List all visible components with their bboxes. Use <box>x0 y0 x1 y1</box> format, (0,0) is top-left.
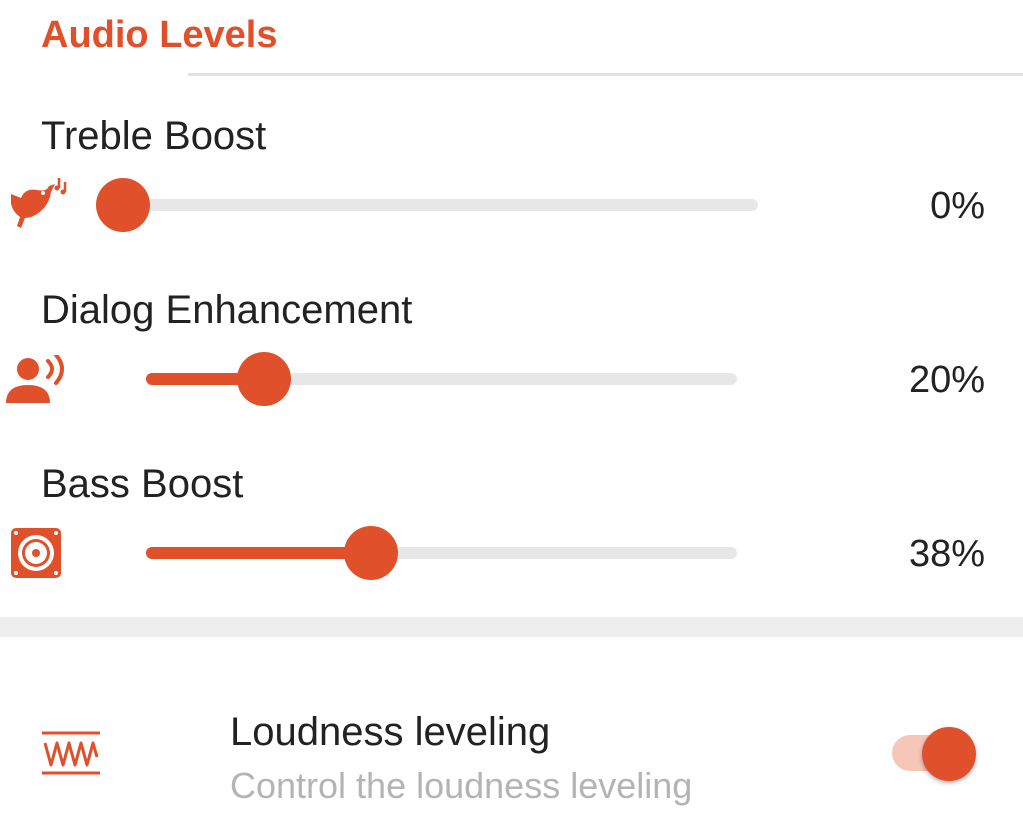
treble-boost-thumb[interactable] <box>96 178 150 232</box>
dialog-enhancement-value: 20% <box>908 359 985 401</box>
bass-boost-slider[interactable] <box>146 526 737 580</box>
bass-boost-thumb[interactable] <box>343 526 398 580</box>
treble-boost-value: 0% <box>930 185 985 227</box>
toggle-thumb[interactable] <box>922 727 976 781</box>
dialog-enhancement-label: Dialog Enhancement <box>41 288 413 332</box>
bass-boost-label: Bass Boost <box>41 462 244 506</box>
speaking-person-icon <box>6 353 68 410</box>
treble-boost-slider[interactable] <box>96 178 758 232</box>
loudness-leveling-subtitle: Control the loudness leveling <box>230 765 693 806</box>
treble-boost-label: Treble Boost <box>41 114 267 158</box>
bird-music-icon <box>7 176 69 235</box>
speaker-icon <box>11 528 61 583</box>
audio-levels-card: Audio Levels Treble Boost 0% Dialog Enha… <box>0 0 1023 617</box>
section-divider <box>188 73 1023 76</box>
loudness-leveling-title: Loudness leveling <box>230 710 551 754</box>
loudness-leveling-toggle[interactable] <box>892 727 976 781</box>
bass-boost-fill <box>146 547 371 559</box>
bass-boost-value: 38% <box>908 533 985 575</box>
waveform-icon <box>42 731 100 780</box>
dialog-enhancement-thumb[interactable] <box>237 352 292 406</box>
dialog-enhancement-slider[interactable] <box>146 352 737 406</box>
section-title: Audio Levels <box>41 14 278 56</box>
section-gap <box>0 617 1023 637</box>
